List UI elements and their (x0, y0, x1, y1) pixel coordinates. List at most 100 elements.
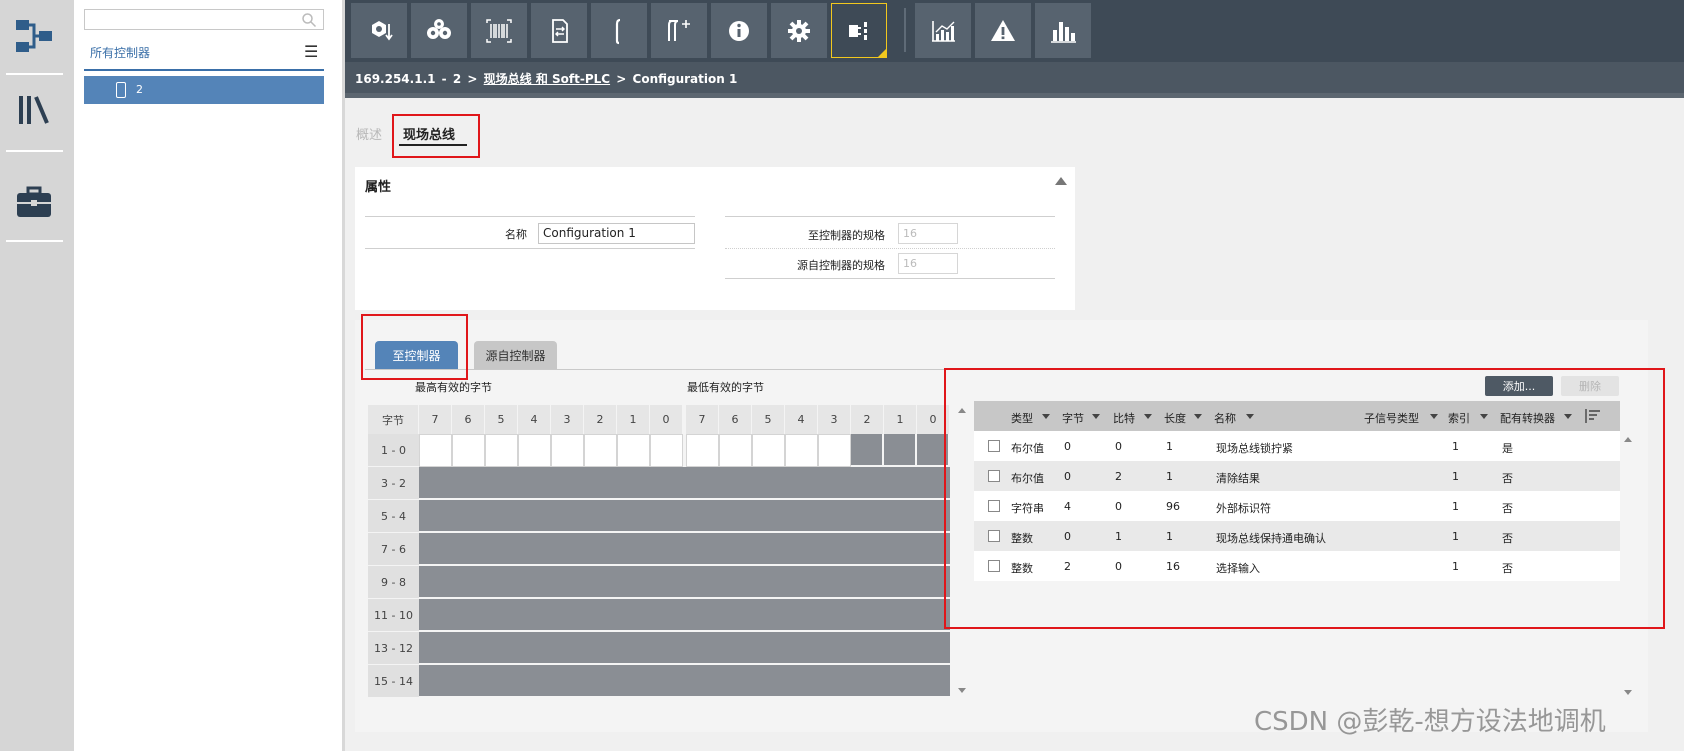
bit-cell[interactable] (485, 434, 518, 467)
top-toolbar (345, 0, 1684, 62)
gear-icon (788, 19, 810, 42)
bit-column-header: 6 (452, 405, 485, 434)
mapped-bit-cell[interactable] (851, 434, 882, 465)
settings-button[interactable] (771, 3, 827, 58)
annotation-box-fieldbus-tab (392, 114, 480, 158)
search-icon[interactable] (301, 12, 317, 28)
byte-row-header: 1 - 0 (368, 434, 419, 467)
grid-scroll-down-icon[interactable] (958, 688, 966, 693)
fieldbus-config-button[interactable] (831, 3, 887, 58)
bit-cell[interactable] (752, 434, 785, 467)
tree-title-underline (84, 69, 324, 71)
bit-column-header: 2 (584, 405, 617, 434)
annotation-box-to-controller-tab (361, 314, 468, 380)
rail-divider (6, 150, 63, 152)
single-tool-icon (615, 18, 621, 44)
bit-column-header: 5 (752, 405, 785, 434)
controller-device-icon (116, 82, 126, 98)
name-field[interactable]: Configuration 1 (538, 223, 695, 244)
byte-row-header: 3 - 2 (368, 467, 419, 500)
multi-tool-add-icon (668, 19, 690, 41)
byte-row-header: 13 - 12 (368, 632, 419, 665)
multi-tool-add-button[interactable] (651, 3, 707, 58)
statistics-button[interactable] (915, 3, 971, 58)
breadcrumb-arrow: > (616, 72, 627, 86)
tab-from-controller[interactable]: 源自控制器 (474, 341, 557, 370)
byte-row-header: 9 - 8 (368, 566, 419, 599)
to-controller-size-field: 16 (898, 223, 958, 244)
bit-cell[interactable] (818, 434, 851, 467)
property-divider (725, 278, 1055, 279)
bit-cell[interactable] (686, 434, 719, 467)
msb-label: 最高有效的字节 (415, 381, 492, 394)
warning-icon (991, 19, 1015, 41)
settings-group-button[interactable] (411, 3, 467, 58)
mapped-byte-row[interactable] (419, 467, 950, 498)
mapped-bit-cell[interactable] (884, 434, 915, 465)
fieldbus-config-icon (849, 21, 867, 40)
bit-column-header: 1 (884, 405, 917, 434)
bit-cell[interactable] (551, 434, 584, 467)
breadcrumb: 169.254.1.1 - 2 > 现场总线 和 Soft-PLC > Conf… (345, 62, 1684, 93)
info-icon (729, 20, 749, 41)
network-icon[interactable] (14, 16, 54, 56)
mapped-byte-row[interactable] (419, 665, 950, 696)
breadcrumb-arrow: > (467, 72, 478, 86)
tree-search-input[interactable] (84, 9, 324, 30)
property-divider (725, 248, 1055, 249)
toolbox-icon[interactable] (14, 183, 54, 223)
tighten-button[interactable] (351, 3, 407, 58)
bit-cell[interactable] (719, 434, 752, 467)
bit-column-header: 7 (419, 405, 452, 434)
controller-tree-panel: 所有控制器 ☰ 2 (74, 0, 342, 751)
breadcrumb-fieldbus-link[interactable]: 现场总线 和 Soft-PLC (484, 72, 610, 86)
bit-cell[interactable] (785, 434, 818, 467)
breadcrumb-ip[interactable]: 169.254.1.1 (355, 72, 435, 86)
mapped-byte-row[interactable] (419, 500, 950, 531)
bit-cell[interactable] (584, 434, 617, 467)
warning-button[interactable] (975, 3, 1031, 58)
breadcrumb-node[interactable]: 2 (453, 72, 461, 86)
breadcrumb-current: Configuration 1 (632, 72, 738, 86)
property-divider (365, 216, 695, 217)
from-controller-size-label: 源自控制器的规格 (797, 259, 885, 272)
from-controller-size-field: 16 (898, 253, 958, 274)
left-rail (0, 0, 74, 751)
mapped-byte-row[interactable] (419, 599, 950, 630)
settings-group-icon (427, 18, 451, 39)
tree-menu-icon[interactable]: ☰ (304, 42, 318, 61)
rail-divider (6, 240, 63, 242)
info-button[interactable] (711, 3, 767, 58)
bit-cell[interactable] (650, 434, 683, 467)
library-icon[interactable] (14, 90, 54, 130)
property-divider (725, 216, 1055, 217)
mapped-byte-row[interactable] (419, 632, 950, 663)
byte-row-header: 7 - 6 (368, 533, 419, 566)
mapped-byte-row[interactable] (419, 566, 950, 597)
bit-cell[interactable] (419, 434, 452, 467)
breadcrumb-separator: - (441, 72, 447, 86)
statistics-chart-icon (932, 20, 955, 42)
bit-cell[interactable] (518, 434, 551, 467)
bit-column-header: 1 (617, 405, 650, 434)
barcode-button[interactable] (471, 3, 527, 58)
tighten-icon (372, 20, 393, 40)
bit-column-header: 4 (518, 405, 551, 434)
reports-button[interactable] (1035, 3, 1091, 58)
bit-cell[interactable] (452, 434, 485, 467)
lsb-label: 最低有效的字节 (687, 381, 764, 394)
bit-cell[interactable] (617, 434, 650, 467)
byte-row-header: 15 - 14 (368, 665, 419, 698)
mapped-byte-row[interactable] (419, 533, 950, 564)
watermark: CSDN @彭乾-想方设法地调机 (1254, 707, 1606, 737)
bit-column-header: 7 (686, 405, 719, 434)
tree-title: 所有控制器 (90, 46, 151, 60)
properties-panel: 属性 名称 Configuration 1 至控制器的规格 16 源自控制器的规… (355, 167, 1075, 310)
collapse-icon[interactable] (1055, 177, 1067, 185)
bit-column-header: 2 (851, 405, 884, 434)
table-scroll-down-icon[interactable] (1624, 690, 1632, 695)
single-tool-button[interactable] (591, 3, 647, 58)
tab-overview[interactable]: 概述 (356, 124, 382, 143)
memory-card-button[interactable] (531, 3, 587, 58)
tree-item-controller[interactable]: 2 (84, 76, 324, 104)
